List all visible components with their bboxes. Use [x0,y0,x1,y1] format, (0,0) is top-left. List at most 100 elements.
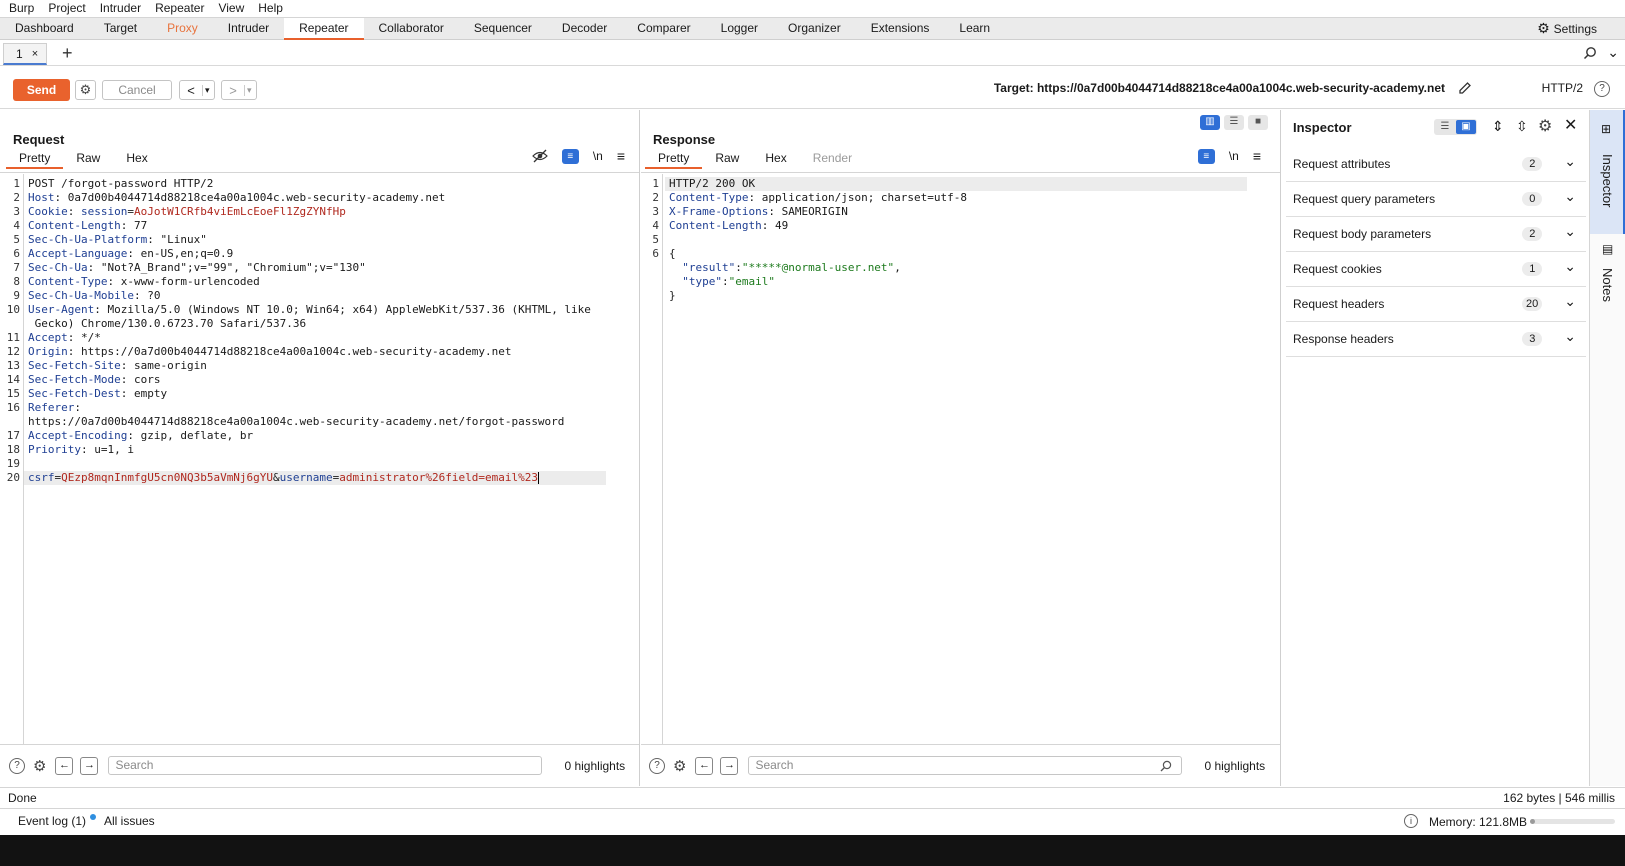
protocol-label[interactable]: HTTP/2 [1542,81,1583,95]
menu-item-help[interactable]: Help [251,0,290,16]
code-line[interactable]: Priority: u=1, i [24,443,628,457]
code-line[interactable]: } [665,289,1269,303]
code-line[interactable]: Sec-Fetch-Site: same-origin [24,359,628,373]
code-line[interactable]: Host: 0a7d00b4044714d88218ce4a00a1004c.w… [24,191,628,205]
settings-button[interactable]: ⚙ Settings [1537,20,1597,37]
code-line[interactable]: Cookie: session=AoJotW1CRfb4viEmLcEoeFl1… [24,205,628,219]
split-vertical-icon[interactable]: ▥ [1200,115,1220,130]
response-editor[interactable]: HTTP/2 200 OK Content-Type: application/j… [665,174,1269,744]
code-line[interactable]: Sec-Fetch-Mode: cors [24,373,628,387]
single-pane-icon[interactable]: ■ [1248,115,1268,130]
code-line[interactable]: Content-Length: 77 [24,219,628,233]
collapse-all-icon[interactable]: ⇳ [1516,118,1528,135]
tab-sequencer[interactable]: Sequencer [459,18,547,40]
inspector-section-request-attributes[interactable]: Request attributes 2 ⌄ [1286,147,1586,182]
close-icon[interactable]: × [32,45,38,63]
panel-view-icon[interactable]: ▣ [1456,120,1476,134]
menu-item-burp[interactable]: Burp [0,0,41,16]
code-line[interactable]: POST /forgot-password HTTP/2 [24,177,628,191]
tab-repeater[interactable]: Repeater [284,17,364,40]
help-icon[interactable]: ? [649,757,665,774]
newline-toggle[interactable]: \n [1229,149,1239,163]
gear-icon[interactable]: ⚙ [1538,116,1552,136]
tab-decoder[interactable]: Decoder [547,18,622,40]
tab-dashboard[interactable]: Dashboard [0,18,89,40]
code-line[interactable]: Accept-Language: en-US,en;q=0.9 [24,247,628,261]
event-log-button[interactable]: Event log (1) [18,814,97,828]
wrap-lines-toggle[interactable]: ≡ [561,148,579,164]
code-line[interactable]: User-Agent: Mozilla/5.0 (Windows NT 10.0… [24,303,628,317]
code-line[interactable]: Origin: https://0a7d00b4044714d88218ce4a… [24,345,628,359]
gear-icon[interactable]: ⚙ [673,757,686,775]
chevron-down-icon[interactable]: ⌄ [1564,258,1576,275]
code-line[interactable]: Sec-Ch-Ua-Mobile: ?0 [24,289,628,303]
inspector-section-response-headers[interactable]: Response headers 3 ⌄ [1286,322,1586,357]
code-line[interactable]: Accept: */* [24,331,628,345]
cancel-button[interactable]: Cancel [102,80,172,100]
code-line[interactable]: X-Frame-Options: SAMEORIGIN [665,205,1269,219]
send-settings-button[interactable]: ⚙ [75,80,96,100]
tab-logger[interactable]: Logger [706,18,773,40]
edit-pencil-icon[interactable] [1457,80,1473,96]
inspector-section-request-query-parameters[interactable]: Request query parameters 0 ⌄ [1286,182,1586,217]
tab-collaborator[interactable]: Collaborator [364,18,459,40]
menu-item-view[interactable]: View [211,0,251,16]
tab-pretty[interactable]: Pretty [645,149,703,169]
request-editor[interactable]: POST /forgot-password HTTP/2 Host: 0a7d00… [24,174,628,744]
code-line[interactable]: Accept-Encoding: gzip, deflate, br [24,429,628,443]
code-line[interactable]: Sec-Ch-Ua-Platform: "Linux" [24,233,628,247]
help-icon[interactable]: ? [9,757,25,774]
tab-raw[interactable]: Raw [702,149,752,169]
code-line[interactable]: Content-Type: x-www-form-urlencoded [24,275,628,289]
tab-hex[interactable]: Hex [752,149,799,169]
wrap-lines-toggle[interactable]: ≡ [1197,148,1215,164]
response-search-input[interactable]: Search [748,756,1183,775]
code-line[interactable]: HTTP/2 200 OK [665,177,1247,191]
info-icon[interactable]: i [1404,814,1418,828]
code-line[interactable]: Sec-Fetch-Dest: empty [24,387,628,401]
code-line[interactable]: csrf=QEzp8mqnInmfgU5cn0NQ3b5aVmNj6gYU&us… [24,471,606,485]
tab-intruder[interactable]: Intruder [213,18,284,40]
code-line[interactable] [665,233,1269,247]
newline-toggle[interactable]: \n [593,149,603,163]
tab-proxy[interactable]: Proxy [152,18,213,40]
gear-icon[interactable]: ⚙ [33,757,46,775]
repeater-tab-1[interactable]: 1 × [3,43,47,65]
list-view-icon[interactable]: ☰ [1435,120,1455,134]
inspector-section-request-body-parameters[interactable]: Request body parameters 2 ⌄ [1286,217,1586,252]
menu-item-repeater[interactable]: Repeater [148,0,211,16]
code-line[interactable]: "type":"email" [665,275,1269,289]
code-line[interactable]: Sec-Ch-Ua: "Not?A_Brand";v="99", "Chromi… [24,261,628,275]
history-back-button[interactable]: < ▾ [179,80,215,100]
code-line[interactable]: https://0a7d00b4044714d88218ce4a00a1004c… [24,415,628,429]
tab-render[interactable]: Render [800,149,865,169]
tab-extensions[interactable]: Extensions [856,18,945,40]
history-forward-button[interactable]: > ▾ [221,80,257,100]
next-match-button[interactable]: → [80,756,99,775]
menu-icon[interactable]: ≡ [617,148,625,164]
side-tab-notes[interactable]: ▤ Notes [1590,234,1625,324]
side-tab-inspector[interactable]: ⊞ Inspector [1590,110,1625,234]
add-tab-button[interactable]: + [62,42,73,64]
eye-hidden-icon[interactable] [531,148,548,164]
code-line[interactable]: Content-Type: application/json; charset=… [665,191,1269,205]
chevron-down-icon[interactable]: ⌄ [1607,44,1619,61]
inspector-section-request-cookies[interactable]: Request cookies 1 ⌄ [1286,252,1586,287]
search-icon[interactable] [1583,46,1597,60]
expand-all-icon[interactable]: ⇕ [1492,118,1504,135]
chevron-down-icon[interactable]: ⌄ [1564,328,1576,345]
tab-target[interactable]: Target [89,18,152,40]
code-line[interactable]: Gecko) Chrome/130.0.6723.70 Safari/537.3… [24,317,628,331]
tab-raw[interactable]: Raw [63,149,113,169]
close-icon[interactable]: ✕ [1564,115,1577,135]
chevron-down-icon[interactable]: ⌄ [1564,293,1576,310]
help-icon[interactable]: ? [1594,81,1610,97]
previous-match-button[interactable]: ← [55,756,74,775]
tab-hex[interactable]: Hex [113,149,160,169]
code-line[interactable]: { [665,247,1269,261]
code-line[interactable] [24,457,628,471]
tab-organizer[interactable]: Organizer [773,18,856,40]
tab-comparer[interactable]: Comparer [622,18,705,40]
chevron-down-icon[interactable]: ⌄ [1564,223,1576,240]
send-button[interactable]: Send [13,79,70,101]
